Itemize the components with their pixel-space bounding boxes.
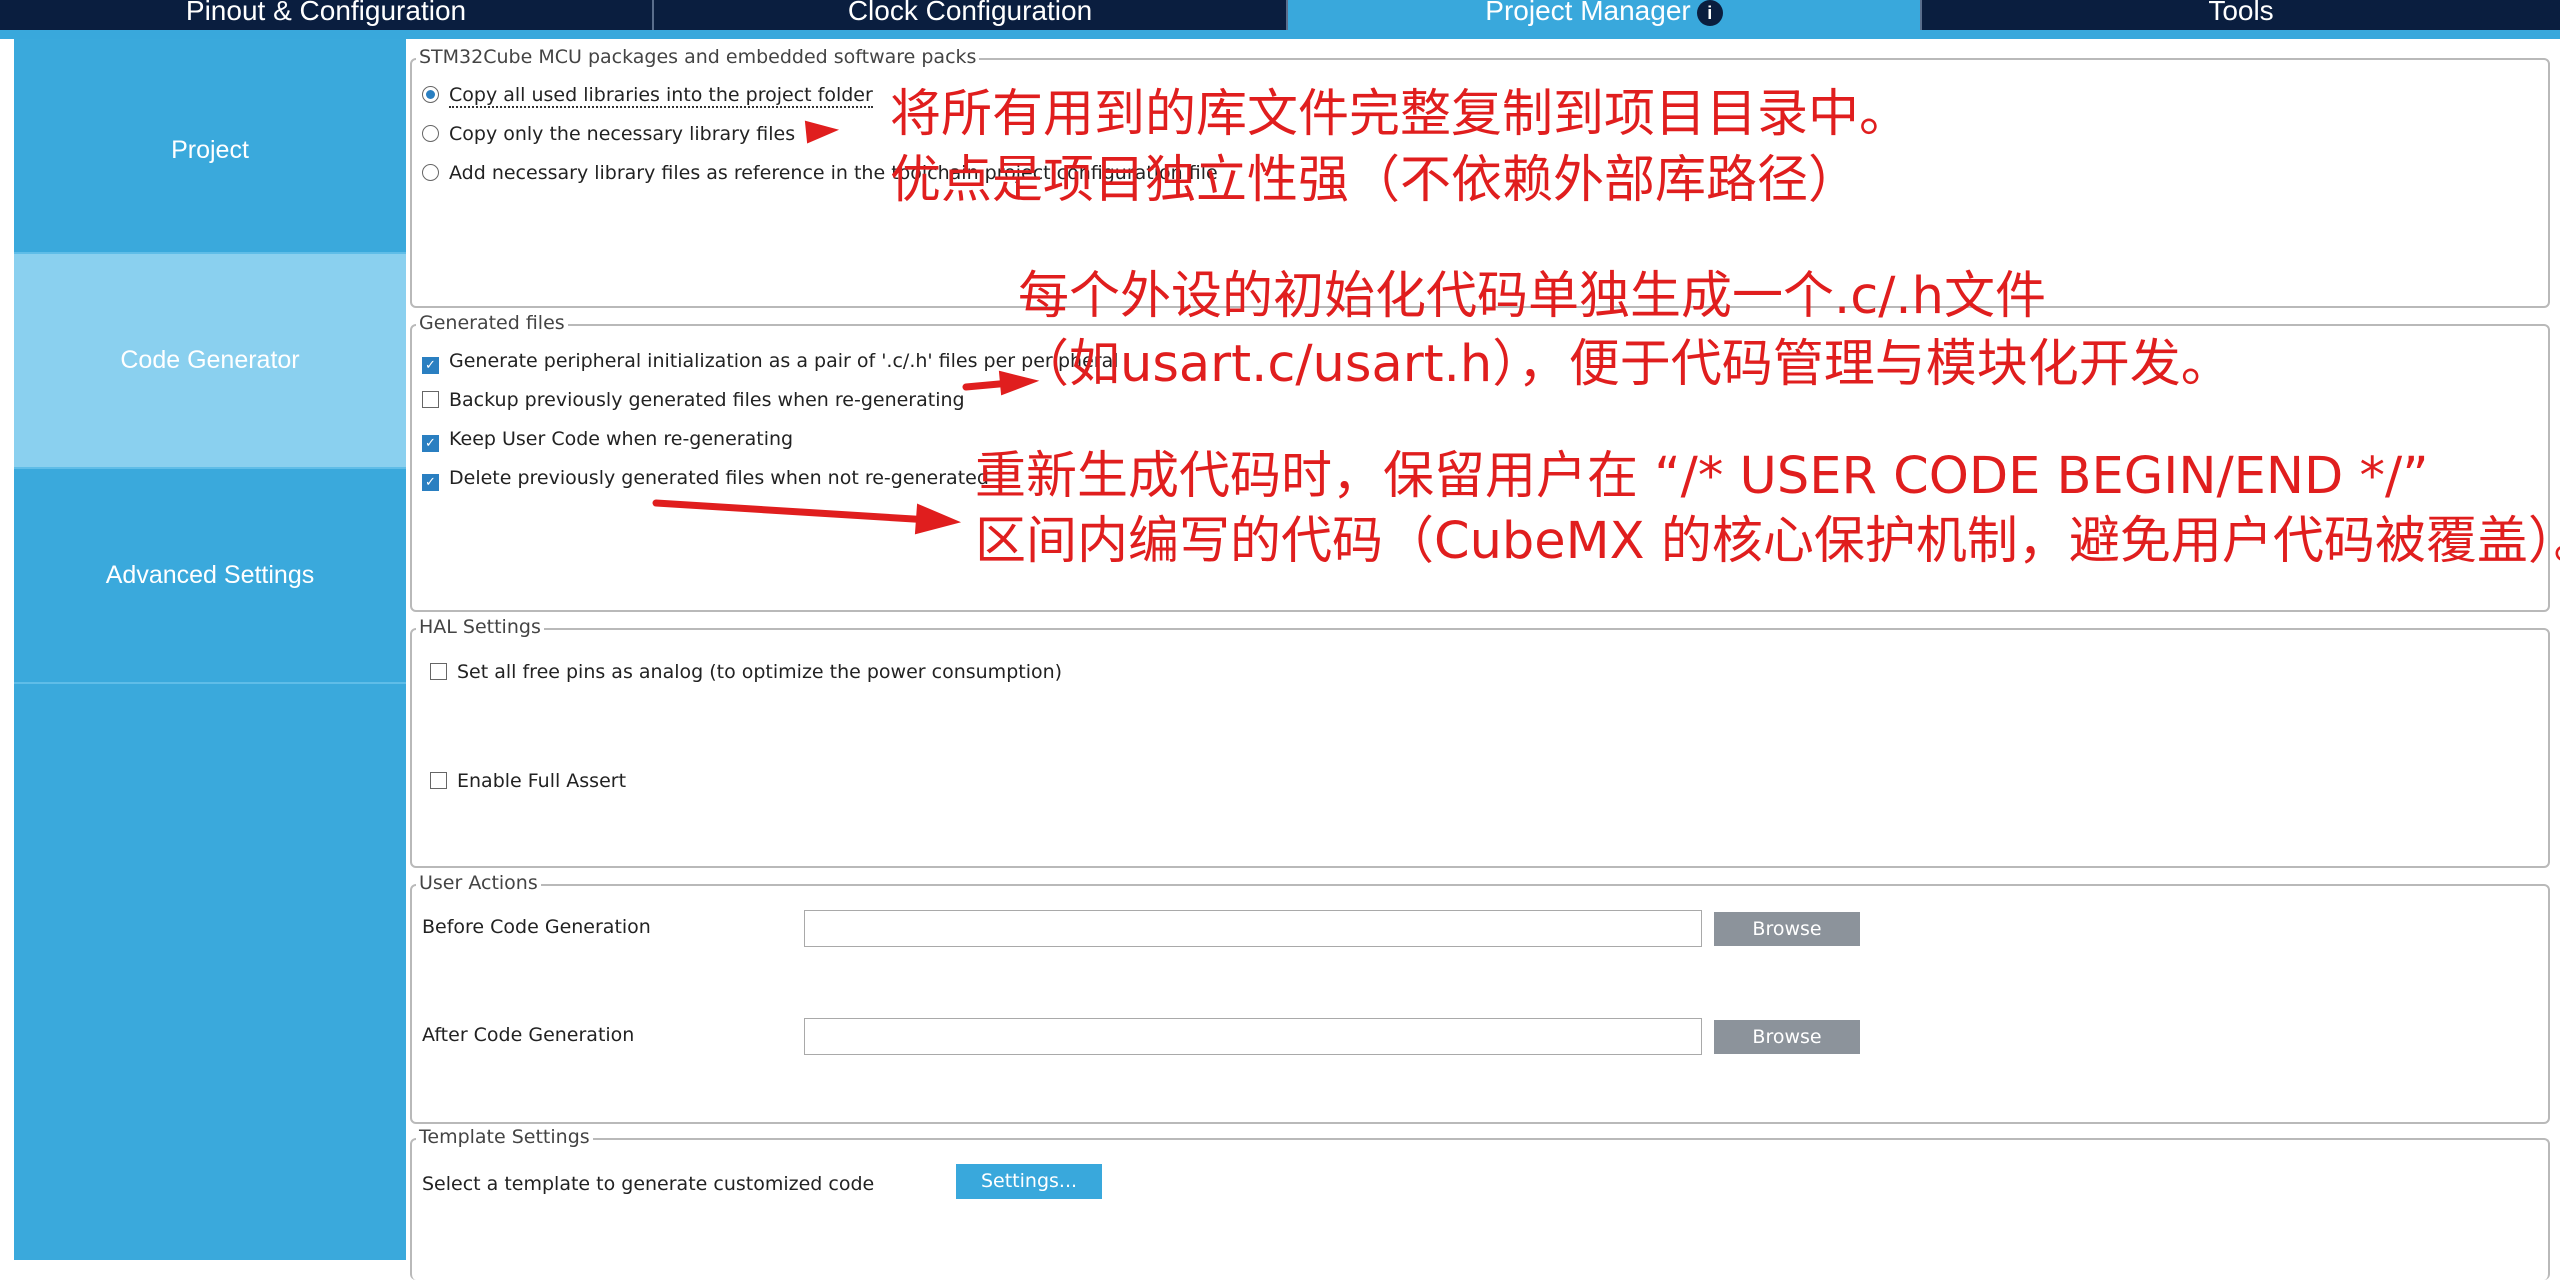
arrow-user-code-head: [914, 503, 962, 535]
arrow-copy-libraries: [804, 120, 840, 144]
arrow-user-code-shaft: [652, 499, 934, 524]
arrow-peripheral-files-head: [998, 370, 1040, 396]
annotation-arrows: [652, 120, 1040, 535]
